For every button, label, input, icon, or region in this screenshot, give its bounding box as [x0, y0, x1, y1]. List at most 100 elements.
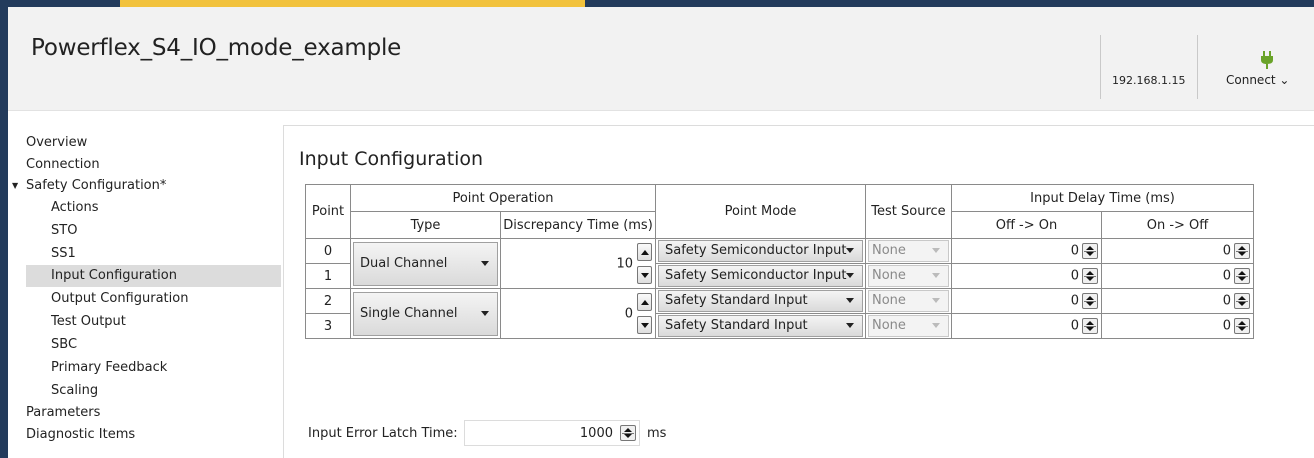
point-mode-dropdown[interactable]: Safety Semiconductor Input [658, 240, 863, 262]
plug-icon[interactable] [1259, 51, 1275, 69]
sidebar-nav: Overview Connection ▼ Safety Configuratio… [8, 112, 281, 458]
point-mode-cell: Safety Semiconductor Input [655, 238, 866, 264]
test-source-dropdown: None [868, 290, 949, 312]
input-error-latch-field[interactable]: 1000 [464, 420, 640, 446]
sidebar-item-sto[interactable]: STO [51, 220, 77, 242]
point-mode-dropdown[interactable]: Safety Standard Input [658, 290, 863, 312]
spinner-icon[interactable] [620, 425, 636, 441]
point-mode-dropdown[interactable]: Safety Standard Input [658, 315, 863, 337]
header-test-source: Test Source [865, 184, 952, 239]
input-error-latch-value[interactable]: 1000 [580, 426, 613, 441]
expand-caret-icon[interactable]: ▼ [12, 175, 26, 197]
spinner-icon[interactable] [1234, 243, 1250, 259]
on-off-value[interactable]: 0 [1223, 244, 1231, 259]
on-off-cell: 0 [1101, 313, 1254, 339]
header-point: Point [305, 184, 351, 239]
dropdown-arrow-icon [932, 273, 940, 278]
off-on-value[interactable]: 0 [1071, 244, 1079, 259]
header-point-operation: Point Operation [350, 184, 656, 212]
point-mode-value: Safety Standard Input [665, 293, 808, 308]
header-separator [1197, 35, 1198, 99]
point-number: 2 [305, 288, 351, 314]
off-on-cell: 0 [951, 313, 1102, 339]
dropdown-arrow-icon [846, 273, 854, 278]
point-number: 1 [305, 263, 351, 289]
type-value: Single Channel [360, 305, 458, 321]
test-source-cell: None [865, 313, 952, 339]
type-dropdown[interactable]: Single Channel [353, 291, 498, 336]
increment-arrow-icon[interactable] [637, 243, 652, 261]
test-source-value: None [872, 268, 906, 283]
window-left-bar [0, 0, 8, 458]
on-off-value[interactable]: 0 [1223, 269, 1231, 284]
header-type: Type [350, 211, 501, 239]
test-source-cell: None [865, 288, 952, 314]
off-on-value[interactable]: 0 [1071, 319, 1079, 334]
sidebar-item-safety-configuration[interactable]: ▼ Safety Configuration* [12, 175, 166, 197]
sidebar-item-test-output[interactable]: Test Output [51, 311, 126, 333]
input-error-latch-unit: ms [647, 426, 667, 441]
test-source-value: None [872, 293, 906, 308]
sidebar-item-output-configuration[interactable]: Output Configuration [51, 288, 188, 310]
header-on-off: On -> Off [1101, 211, 1254, 239]
dropdown-arrow-icon [481, 260, 489, 266]
discrepancy-time-value[interactable]: 10 [616, 256, 633, 271]
table-row: 0 Dual Channel 10 Safety Semiconductor I… [305, 238, 1254, 289]
sidebar-item-input-configuration[interactable]: Input Configuration [26, 265, 281, 287]
dropdown-arrow-icon [932, 248, 940, 253]
sidebar-item-actions[interactable]: Actions [51, 197, 99, 219]
input-configuration-table: Point Point Operation Point Mode Test So… [305, 184, 1254, 339]
point-mode-dropdown[interactable]: Safety Semiconductor Input [658, 265, 863, 287]
header-discrepancy-time: Discrepancy Time (ms) [500, 211, 656, 239]
header-off-on: Off -> On [951, 211, 1102, 239]
point-mode-value: Safety Semiconductor Input [665, 268, 847, 283]
spinner-icon[interactable] [1082, 243, 1098, 259]
dropdown-arrow-icon [481, 310, 489, 316]
point-mode-cell: Safety Standard Input [655, 313, 866, 339]
point-mode-value: Safety Standard Input [665, 318, 808, 333]
point-number: 0 [305, 238, 351, 264]
test-source-value: None [872, 318, 906, 333]
test-source-dropdown: None [868, 315, 949, 337]
on-off-value[interactable]: 0 [1223, 319, 1231, 334]
header-input-delay-time: Input Delay Time (ms) [951, 184, 1254, 212]
header-point-mode: Point Mode [655, 184, 866, 239]
sidebar-item-ss1[interactable]: SS1 [51, 243, 76, 265]
sidebar-item-scaling[interactable]: Scaling [51, 380, 98, 402]
test-source-dropdown: None [868, 240, 949, 262]
spinner-icon[interactable] [1234, 318, 1250, 334]
connect-button[interactable]: Connect ⌄ [1226, 73, 1290, 87]
on-off-value[interactable]: 0 [1223, 294, 1231, 309]
decrement-arrow-icon[interactable] [637, 266, 652, 284]
sidebar-item-label: Safety Configuration* [26, 178, 167, 193]
spinner-icon[interactable] [1234, 293, 1250, 309]
dropdown-arrow-icon [932, 323, 940, 328]
sidebar-item-sbc[interactable]: SBC [51, 334, 77, 356]
header-separator [1100, 35, 1101, 99]
type-dropdown[interactable]: Dual Channel [353, 241, 498, 286]
off-on-cell: 0 [951, 238, 1102, 264]
type-cell: Single Channel [350, 288, 501, 339]
project-title: Powerflex_S4_IO_mode_example [31, 35, 402, 61]
page-title: Input Configuration [299, 148, 484, 170]
sidebar-item-connection[interactable]: Connection [26, 154, 100, 176]
off-on-value[interactable]: 0 [1071, 294, 1079, 309]
spinner-icon[interactable] [1082, 293, 1098, 309]
header: Powerflex_S4_IO_mode_example 192.168.1.1… [8, 7, 1314, 111]
sidebar-item-overview[interactable]: Overview [26, 132, 87, 154]
point-mode-cell: Safety Standard Input [655, 288, 866, 314]
type-value: Dual Channel [360, 255, 448, 271]
discrepancy-time-value[interactable]: 0 [625, 306, 633, 321]
spinner-icon[interactable] [1234, 268, 1250, 284]
spinner-icon[interactable] [1082, 318, 1098, 334]
sidebar-item-primary-feedback[interactable]: Primary Feedback [51, 357, 167, 379]
table-row: 2 Single Channel 0 Safety Standard Input [305, 288, 1254, 339]
decrement-arrow-icon[interactable] [637, 316, 652, 334]
test-source-cell: None [865, 238, 952, 264]
main-content: Input Configuration Point Point Operatio… [283, 125, 1314, 458]
spinner-icon[interactable] [1082, 268, 1098, 284]
increment-arrow-icon[interactable] [637, 293, 652, 311]
off-on-value[interactable]: 0 [1071, 269, 1079, 284]
sidebar-item-parameters[interactable]: Parameters [26, 402, 100, 424]
sidebar-item-diagnostic-items[interactable]: Diagnostic Items [26, 424, 135, 446]
